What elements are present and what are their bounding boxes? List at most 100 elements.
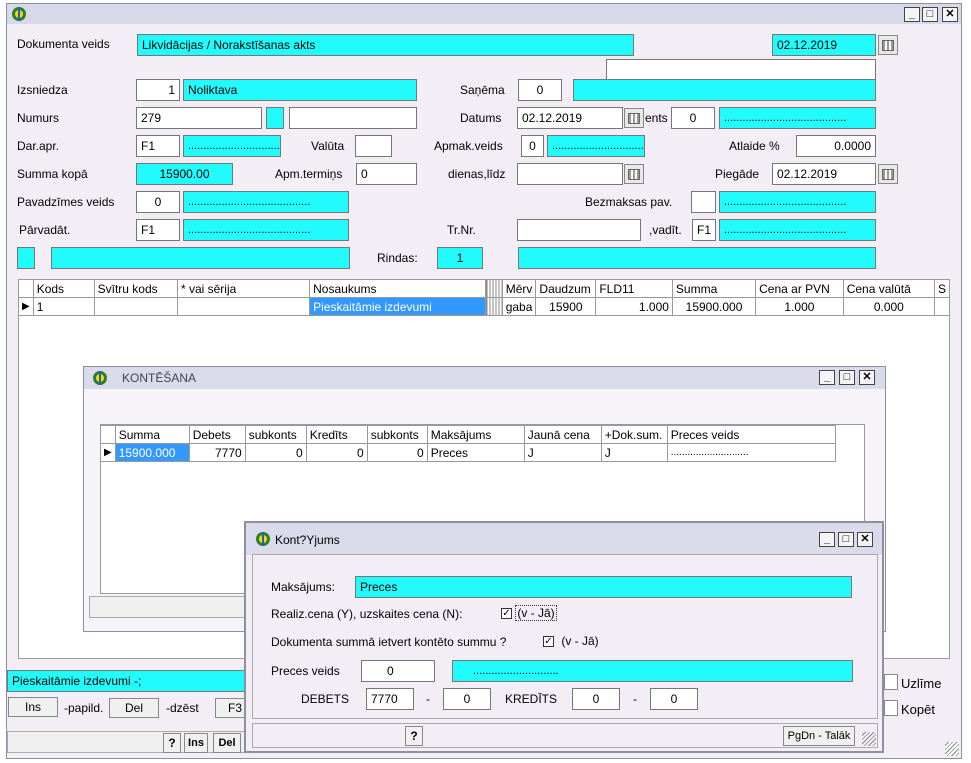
apmak-code-field[interactable]: 0 (521, 135, 544, 157)
col-header[interactable]: +Dok.sum. (600, 425, 668, 444)
del-small-button[interactable]: Del (213, 733, 241, 753)
ents-name-field[interactable]: ........................................ (719, 107, 876, 129)
izsniedza-code-field[interactable]: 1 (136, 79, 180, 101)
kredits-sub-field[interactable]: 0 (650, 688, 698, 710)
atlaide-field[interactable]: 0.0000 (796, 135, 876, 157)
resize-grip-icon[interactable] (862, 732, 876, 746)
calendar-icon[interactable] (624, 164, 644, 184)
rindas-extra-field[interactable] (518, 247, 876, 269)
realiz-checkbox[interactable]: ✓ (501, 608, 512, 620)
close-button[interactable]: ✕ (942, 7, 958, 22)
pavveids-name-field[interactable]: ........................................ (183, 191, 349, 213)
bezmaksas-name-field[interactable]: ........................................ (719, 191, 876, 213)
col-header[interactable]: Kods (32, 279, 95, 298)
table-row[interactable]: ▶ 1 Pieskaitāmie izdevumi gaba 15900 1.0… (18, 297, 951, 316)
calendar-icon[interactable] (878, 35, 898, 55)
sanema-name-field[interactable] (573, 79, 876, 101)
doc-date-field[interactable]: 02.12.2019 (772, 34, 876, 56)
rindas-label: Rindas: (377, 251, 418, 265)
debets-field[interactable]: 7770 (366, 688, 414, 710)
col-header[interactable]: Maksājums (426, 425, 525, 444)
close-button[interactable]: ✕ (857, 532, 873, 547)
trnr-field[interactable] (517, 219, 641, 241)
uzlime-label[interactable]: Uzlīme (901, 676, 941, 691)
apmterm-field[interactable]: 0 (356, 163, 417, 185)
col-header[interactable]: Cena valūtā (842, 279, 935, 298)
pgdn-next-button[interactable]: PgDn - Talāk (783, 726, 855, 746)
col-header[interactable]: Preces veids (666, 425, 837, 444)
parvad-label: Pārvadāt. (19, 223, 71, 237)
vadit-name-field[interactable]: ........................................ (719, 219, 876, 241)
resize-grip-icon[interactable] (945, 742, 959, 756)
minimize-button[interactable]: _ (904, 7, 920, 22)
col-header[interactable]: Mērv (501, 279, 537, 298)
sanema-code-field[interactable]: 0 (518, 79, 562, 101)
uzlime-checkbox[interactable] (884, 674, 898, 690)
table-row[interactable]: ▶ 15900.000 7770 0 0 0 Preces J J ......… (100, 443, 837, 462)
dienas-field[interactable] (517, 163, 623, 185)
col-header[interactable]: subkonts (366, 425, 428, 444)
summa-field[interactable]: 15900.00 (136, 163, 233, 185)
col-header[interactable]: FLD11 (595, 279, 673, 298)
kredits-field[interactable]: 0 (572, 688, 620, 710)
close-button[interactable]: ✕ (859, 370, 875, 385)
row-name-field[interactable] (51, 247, 350, 269)
maximize-button[interactable]: □ (922, 7, 938, 22)
dok-checkbox[interactable]: ✓ (543, 636, 554, 648)
debets-sub-field[interactable]: 0 (443, 688, 491, 710)
maksajums-field[interactable]: Preces (355, 576, 852, 598)
kopet-label[interactable]: Kopēt (901, 702, 935, 717)
ins-small-button[interactable]: Ins (184, 733, 208, 753)
minimize-button[interactable]: _ (819, 370, 835, 385)
help-button[interactable]: ? (405, 726, 423, 746)
col-header[interactable]: Summa (114, 425, 190, 444)
selected-cell[interactable]: 15900.000 (114, 443, 190, 462)
preces-veids-name-field[interactable]: ............................ (452, 660, 853, 682)
col-header[interactable]: Jaunā cena (523, 425, 602, 444)
row-code-field[interactable] (17, 247, 35, 269)
col-header[interactable]: S (933, 279, 951, 298)
pavveids-code-field[interactable]: 0 (136, 191, 180, 213)
col-header[interactable]: Debets (188, 425, 246, 444)
ents-code-field[interactable]: 0 (671, 107, 715, 129)
numurs-field[interactable]: 279 (136, 107, 262, 129)
parvad-code-field[interactable]: F1 (136, 219, 180, 241)
vadit-code-field[interactable]: F1 (692, 219, 716, 241)
minimize-button[interactable]: _ (819, 532, 835, 547)
col-header[interactable]: Daudzum (535, 279, 597, 298)
col-header[interactable]: Summa (671, 279, 757, 298)
apmak-name-field[interactable]: ........................................ (547, 135, 645, 157)
darapr-name-field[interactable]: ........................................ (183, 135, 281, 157)
numurs-extra-field[interactable] (289, 107, 417, 129)
numurs-suffix-field[interactable] (266, 107, 284, 129)
col-header[interactable]: Kredīts (305, 425, 368, 444)
darapr-code-field[interactable]: F1 (136, 135, 180, 157)
col-header[interactable]: Cena ar PVN (755, 279, 844, 298)
dok-checkbox-wrap[interactable]: ✓ (v - Jā) (543, 634, 599, 648)
ins-button[interactable]: Ins (8, 697, 58, 717)
preces-veids-code-field[interactable]: 0 (361, 660, 435, 682)
selected-cell[interactable]: Pieskaitāmie izdevumi (309, 297, 487, 316)
kopet-checkbox[interactable] (884, 700, 898, 716)
extra-field[interactable] (606, 59, 876, 80)
del-button[interactable]: Del (109, 698, 159, 718)
col-header[interactable]: Svītru kods (93, 279, 178, 298)
col-splitter[interactable] (485, 279, 503, 298)
maximize-button[interactable]: □ (838, 532, 854, 547)
col-header[interactable]: * vai sērija (176, 279, 311, 298)
maximize-button[interactable]: □ (839, 370, 855, 385)
f3-button[interactable]: F3 (215, 698, 247, 718)
parvad-name-field[interactable]: ........................................ (183, 219, 349, 241)
col-header[interactable]: Nosaukums (309, 279, 487, 298)
dokumenta-veids-field[interactable]: Likvidācijas / Norakstīšanas akts (137, 34, 634, 56)
realiz-checkbox-wrap[interactable]: ✓ (v - Jā) (501, 605, 557, 621)
izsniedza-name-field[interactable]: Noliktava (183, 79, 417, 101)
datums-field[interactable]: 02.12.2019 (517, 107, 623, 129)
valuta-field[interactable] (355, 135, 392, 157)
help-button[interactable]: ? (163, 733, 181, 753)
col-header[interactable]: subkonts (244, 425, 307, 444)
bezmaksas-code-field[interactable] (691, 191, 716, 213)
piegade-field[interactable]: 02.12.2019 (772, 163, 876, 185)
calendar-icon[interactable] (624, 108, 644, 128)
calendar-icon[interactable] (878, 164, 898, 184)
